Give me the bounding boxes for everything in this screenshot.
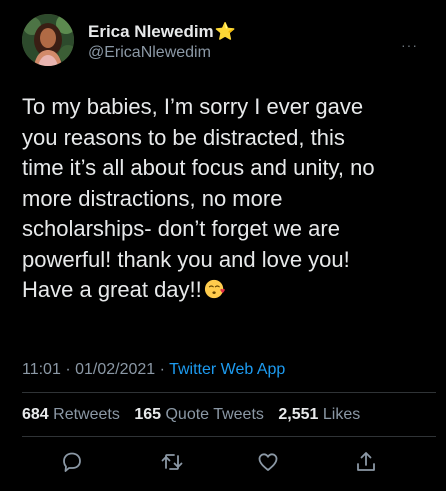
divider [22,436,436,437]
tweet-meta: 11:01 · 01/02/2021 · Twitter Web App [22,361,285,379]
meta-separator: · [159,361,165,378]
divider [22,392,436,393]
tweet-time[interactable]: 11:01 [22,361,61,378]
likes-stat[interactable]: 2,551 Likes [278,406,360,423]
retweet-icon [161,454,183,470]
retweet-button[interactable] [160,450,184,474]
kissing-face-emoji-icon [204,279,225,299]
display-name[interactable]: Erica Nlewedim⭐ [88,22,236,42]
display-name-text[interactable]: Erica Nlewedim [88,22,214,41]
star-icon: ⭐ [214,22,236,41]
share-icon [357,452,375,471]
quote-tweets-stat[interactable]: 165 Quote Tweets [134,406,274,423]
author-names: Erica Nlewedim⭐ @EricaNlewedim [88,22,236,63]
retweets-label: Retweets [53,406,120,423]
retweets-stat[interactable]: 684 Retweets [22,406,130,423]
tweet-text: To my babies, I’m sorry I ever gave you … [22,92,422,306]
tweet-stats: 684 Retweets 165 Quote Tweets 2,551 Like… [22,406,360,424]
tweet-text-content: To my babies, I’m sorry I ever gave you … [22,94,375,302]
avatar-photo [22,14,74,66]
likes-label: Likes [322,406,361,423]
reply-icon [63,452,81,472]
share-button[interactable] [354,450,378,474]
tweet-actions [0,446,446,476]
avatar[interactable] [22,14,74,66]
like-icon [258,453,278,471]
meta-separator: · [65,361,71,378]
likes-count: 2,551 [278,406,319,423]
author-handle[interactable]: @EricaNlewedim [88,43,236,63]
quote-tweets-label: Quote Tweets [165,406,264,423]
tweet-header: Erica Nlewedim⭐ @EricaNlewedim ··· [22,14,432,66]
more-options-icon[interactable]: ··· [401,38,418,52]
tweet-date[interactable]: 01/02/2021 [75,361,155,378]
quote-tweets-count: 165 [134,406,162,423]
retweets-count: 684 [22,406,49,423]
tweet-source-link[interactable]: Twitter Web App [169,361,285,378]
like-button[interactable] [256,450,280,474]
tweet-card: Erica Nlewedim⭐ @EricaNlewedim ··· To my… [0,0,446,491]
reply-button[interactable] [60,450,84,474]
